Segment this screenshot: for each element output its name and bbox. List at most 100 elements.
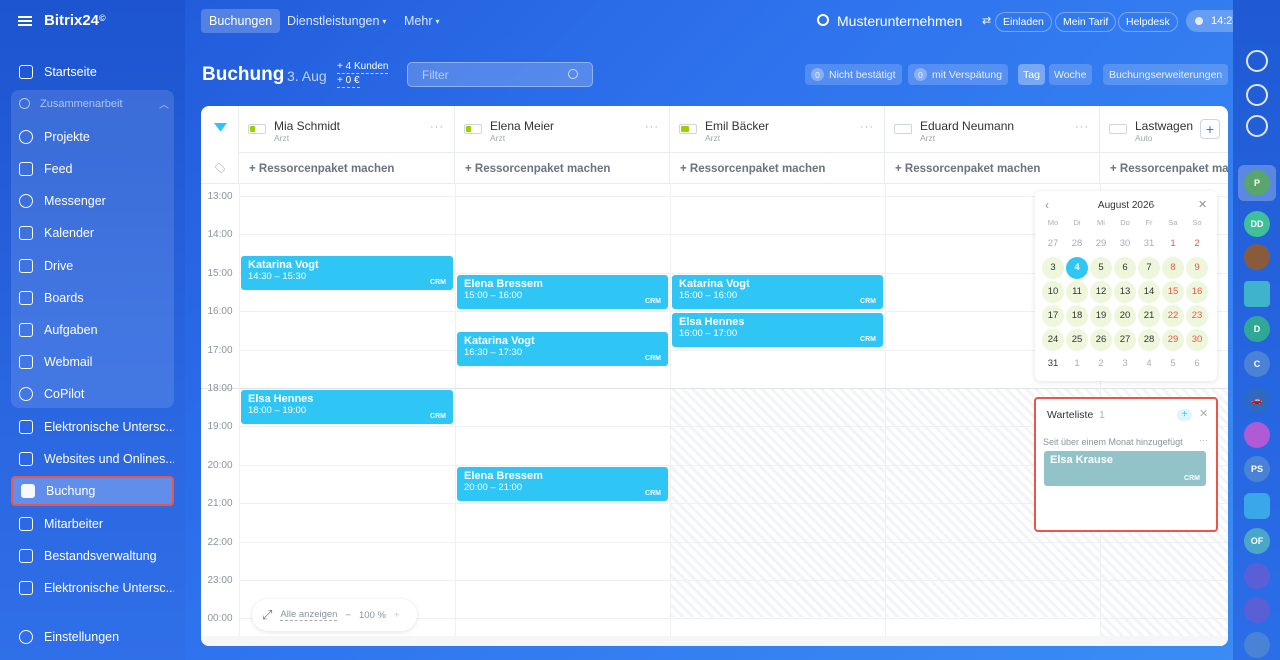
chat-avatar[interactable]: DD: [1244, 211, 1270, 237]
chat-avatar[interactable]: PS: [1244, 456, 1270, 482]
crm-icon[interactable]: CRM: [430, 279, 446, 286]
vehicle-icon[interactable]: 🚗: [1244, 387, 1270, 413]
package-button[interactable]: + Ressorcenpaket machen: [239, 153, 455, 184]
package-button[interactable]: + Ressorcenpaket machen: [1100, 153, 1228, 184]
calendar-day[interactable]: 19: [1090, 305, 1112, 327]
calendar-day[interactable]: 21: [1138, 305, 1160, 327]
tab-buchungen[interactable]: Buchungen: [201, 9, 281, 33]
sidebar-item-drive[interactable]: Drive: [11, 251, 174, 281]
calendar-day[interactable]: 3: [1042, 257, 1064, 279]
company-name[interactable]: Musterunternehmen: [837, 13, 962, 29]
view-day-button[interactable]: Tag: [1018, 64, 1045, 85]
more-icon[interactable]: ···: [1199, 435, 1208, 445]
waitlist-card[interactable]: Elsa Krause CRM: [1044, 451, 1206, 486]
calendar-day[interactable]: 6: [1186, 353, 1208, 375]
calendar-day[interactable]: 29: [1162, 329, 1184, 351]
calendar-day[interactable]: 4: [1138, 353, 1160, 375]
calendar-day[interactable]: 2: [1186, 233, 1208, 255]
waitlist-add-button[interactable]: +: [1177, 409, 1192, 421]
calendar-day[interactable]: 30: [1114, 233, 1136, 255]
sidebar-item-aufgaben[interactable]: Aufgaben: [11, 315, 174, 345]
more-icon[interactable]: ···: [1075, 121, 1089, 133]
show-all-link[interactable]: Alle anzeigen: [280, 609, 338, 621]
crm-icon[interactable]: CRM: [860, 298, 876, 305]
delayed-filter-button[interactable]: 0 mit Verspätung: [908, 64, 1009, 85]
booking-card[interactable]: Katarina Vogt 16:30 – 17:30 CRM: [457, 332, 668, 366]
sidebar-item-esign-1[interactable]: Elektronische Untersc...: [11, 412, 174, 442]
resource-header-elena-meier[interactable]: Elena Meier Arzt ···: [455, 106, 670, 153]
chat-avatar[interactable]: OF: [1244, 528, 1270, 554]
calendar-day[interactable]: 7: [1138, 257, 1160, 279]
package-button[interactable]: + Ressorcenpaket machen: [885, 153, 1100, 184]
next-month-icon[interactable]: ›: [1151, 198, 1155, 212]
calendar-day[interactable]: 25: [1066, 329, 1088, 351]
plan-button[interactable]: Mein Tarif: [1055, 12, 1117, 32]
calendar-icon[interactable]: [1244, 422, 1270, 448]
zoom-out-button[interactable]: −: [345, 610, 351, 621]
calendar-day[interactable]: 23: [1186, 305, 1208, 327]
messages-icon[interactable]: [1244, 493, 1270, 519]
copilot-chat-icon[interactable]: [1244, 597, 1270, 623]
menu-icon[interactable]: [18, 15, 32, 26]
more-icon[interactable]: ···: [860, 121, 874, 133]
crm-icon[interactable]: CRM: [860, 336, 876, 343]
calendar-day[interactable]: 29: [1090, 233, 1112, 255]
revenue-link[interactable]: + 0 €: [337, 75, 360, 88]
sidebar-item-bestandsverwaltung[interactable]: Bestandsverwaltung: [11, 541, 174, 571]
invite-button[interactable]: Einladen: [995, 12, 1052, 32]
calendar-day[interactable]: 18: [1066, 305, 1088, 327]
sidebar-item-startseite[interactable]: Startseite: [11, 57, 174, 87]
zoom-in-button[interactable]: +: [394, 610, 400, 621]
resource-header-eduard-neumann[interactable]: Eduard Neumann Arzt ···: [885, 106, 1100, 153]
chat-avatar[interactable]: P: [1244, 170, 1270, 196]
close-icon[interactable]: ✕: [1199, 407, 1208, 420]
calendar-day[interactable]: 16: [1186, 281, 1208, 303]
calendar-day[interactable]: 26: [1090, 329, 1112, 351]
calendar-day[interactable]: 6: [1114, 257, 1136, 279]
calendar-day[interactable]: 20: [1114, 305, 1136, 327]
calendar-day[interactable]: 30: [1186, 329, 1208, 351]
sidebar-item-kalender[interactable]: Kalender: [11, 218, 174, 248]
calendar-day[interactable]: 4: [1066, 257, 1088, 279]
booking-card[interactable]: Katarina Vogt 14:30 – 15:30 CRM: [241, 256, 453, 290]
bottom-scroll-area[interactable]: [201, 636, 1228, 646]
chat-avatar[interactable]: C: [1244, 351, 1270, 377]
crm-icon[interactable]: CRM: [1184, 475, 1200, 482]
add-resource-button[interactable]: +: [1200, 119, 1220, 139]
sidebar-item-einstellungen[interactable]: Einstellungen: [11, 622, 174, 652]
package-button[interactable]: + Ressorcenpaket machen: [670, 153, 885, 184]
brand[interactable]: Bitrix24 ©: [18, 12, 106, 29]
crm-icon[interactable]: CRM: [645, 490, 661, 497]
crm-icon[interactable]: CRM: [430, 413, 446, 420]
gallery-icon[interactable]: [1244, 281, 1270, 307]
calendar-day[interactable]: 1: [1066, 353, 1088, 375]
calendar-day[interactable]: 5: [1162, 353, 1184, 375]
package-button[interactable]: + Ressorcenpaket machen: [455, 153, 670, 184]
resource-header-mia-schmidt[interactable]: Mia Schmidt Arzt ···: [239, 106, 455, 153]
more-icon[interactable]: ···: [645, 121, 659, 133]
user-photo-avatar[interactable]: [1244, 244, 1270, 270]
lock-icon[interactable]: [1244, 632, 1270, 658]
sidebar-item-mitarbeiter[interactable]: Mitarbeiter: [11, 509, 174, 539]
sidebar-item-boards[interactable]: Boards: [11, 283, 174, 313]
calendar-day[interactable]: 31: [1042, 353, 1064, 375]
sidebar-item-websites[interactable]: Websites und Onlines...: [11, 444, 174, 474]
sidebar-item-webmail[interactable]: Webmail: [11, 347, 174, 377]
sidebar-item-projekte[interactable]: Projekte: [11, 122, 174, 152]
tab-mehr[interactable]: Mehr ▾: [396, 9, 448, 33]
booking-card[interactable]: Elsa Hennes 18:00 – 19:00 CRM: [241, 390, 453, 424]
booking-card[interactable]: Elena Bressem 20:00 – 21:00 CRM: [457, 467, 668, 501]
view-week-button[interactable]: Woche: [1049, 64, 1092, 85]
calendar-day[interactable]: 10: [1042, 281, 1064, 303]
calendar-day[interactable]: 8: [1162, 257, 1184, 279]
customers-link[interactable]: + 4 Kunden: [337, 61, 389, 74]
calendar-day[interactable]: 13: [1114, 281, 1136, 303]
booking-extensions-button[interactable]: Buchungserweiterungen: [1103, 64, 1229, 85]
chat-search-icon[interactable]: [1246, 115, 1268, 137]
calendar-day[interactable]: 15: [1162, 281, 1184, 303]
sidebar-item-esign-2[interactable]: Elektronische Untersc...: [11, 573, 174, 603]
chat-avatar[interactable]: D: [1244, 316, 1270, 342]
calendar-day[interactable]: 28: [1138, 329, 1160, 351]
close-icon[interactable]: ✕: [1198, 198, 1207, 211]
bell-icon[interactable]: [1246, 50, 1268, 72]
